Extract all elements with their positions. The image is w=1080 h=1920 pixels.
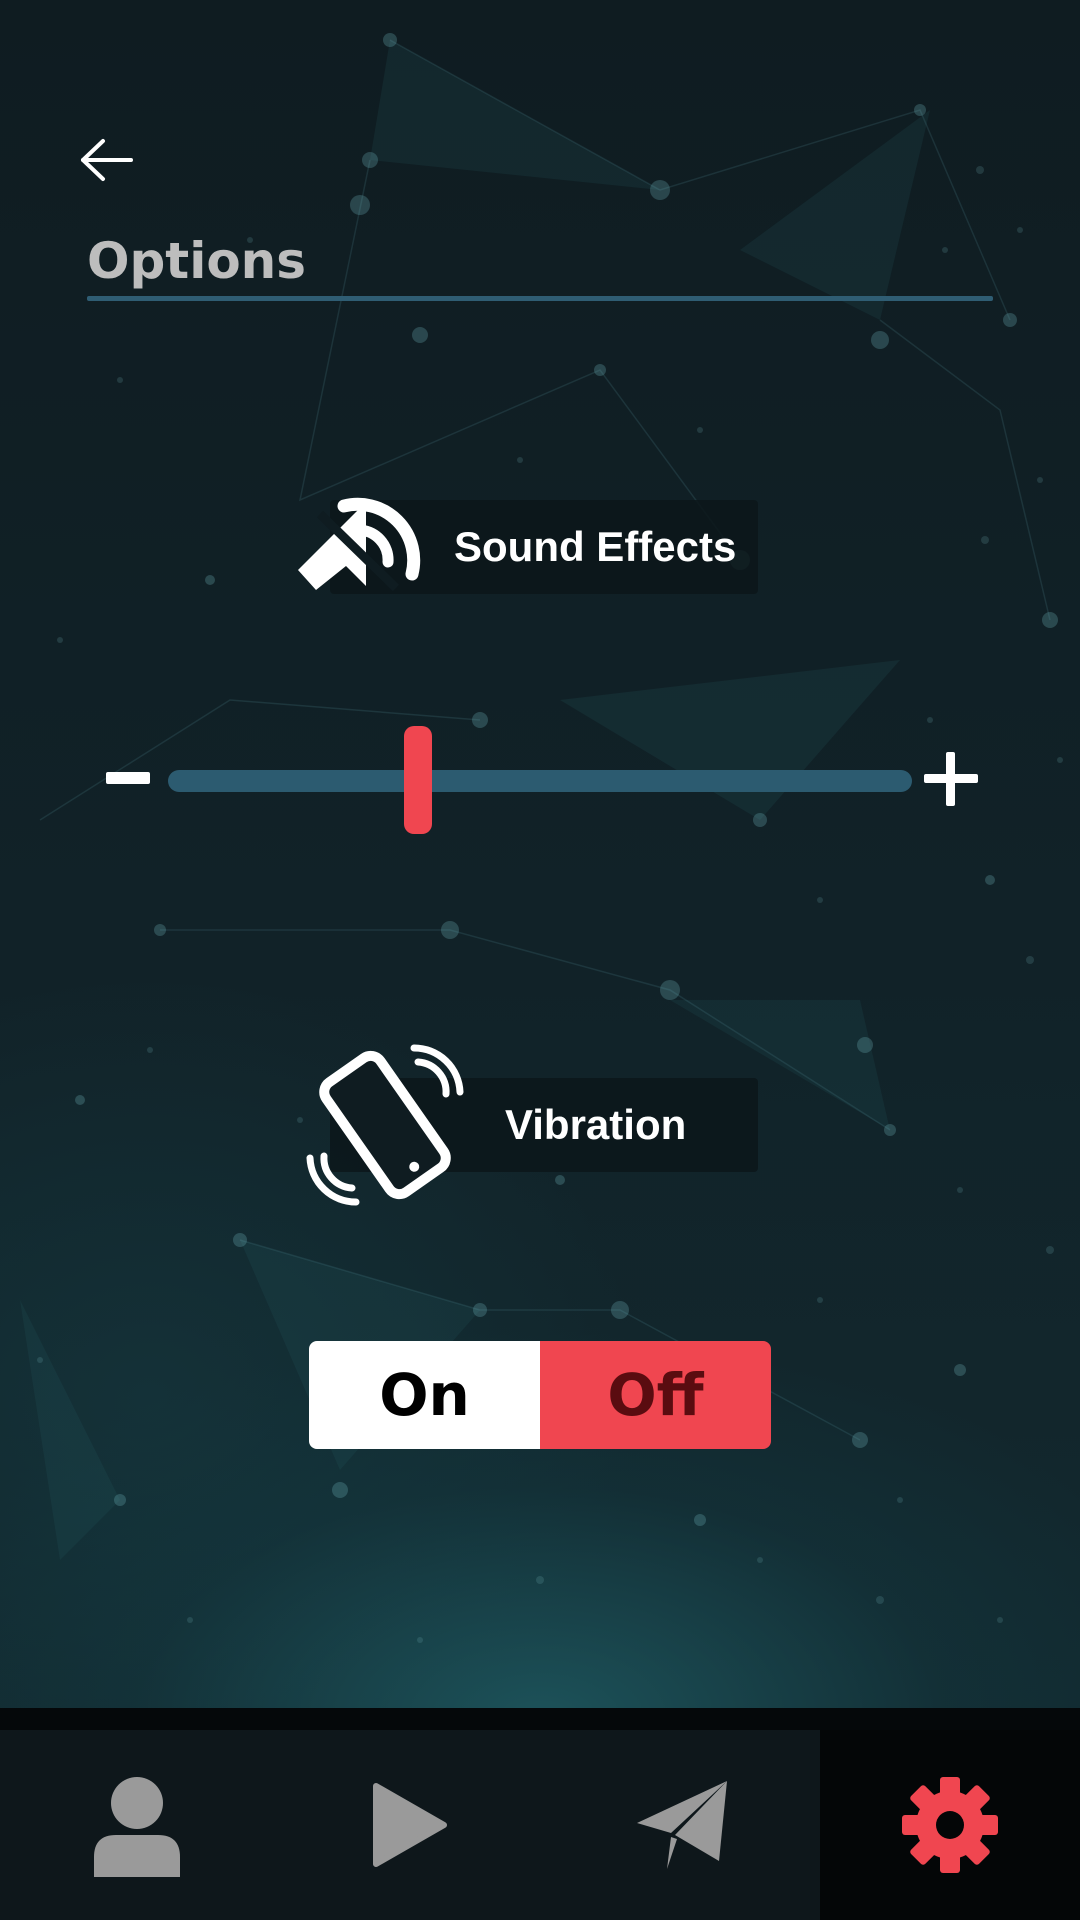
title-divider bbox=[87, 296, 993, 301]
arrow-left-icon bbox=[81, 139, 133, 181]
vibration-on-button[interactable]: On bbox=[309, 1341, 540, 1449]
volume-slider-thumb[interactable] bbox=[404, 726, 432, 834]
page-title: Options bbox=[87, 232, 307, 290]
back-button[interactable] bbox=[72, 130, 142, 190]
nav-settings[interactable] bbox=[819, 1730, 1080, 1920]
vibration-off-button[interactable]: Off bbox=[540, 1341, 771, 1449]
gear-icon bbox=[901, 1777, 998, 1873]
nav-profile[interactable] bbox=[0, 1730, 273, 1920]
nav-send[interactable] bbox=[547, 1730, 820, 1920]
volume-increase-button[interactable]: + bbox=[924, 752, 978, 806]
vibration-toggle[interactable]: On Off bbox=[309, 1341, 771, 1449]
bottom-navigation bbox=[0, 1730, 1080, 1920]
nav-divider bbox=[0, 1708, 1080, 1730]
play-icon bbox=[372, 1783, 447, 1867]
profile-icon bbox=[93, 1777, 180, 1877]
vibration-text: Vibration bbox=[505, 1101, 687, 1148]
nav-play[interactable] bbox=[273, 1730, 546, 1920]
phone-vibrate-icon bbox=[306, 1044, 464, 1206]
send-icon bbox=[637, 1781, 728, 1869]
sound-effects-text: Sound Effects bbox=[454, 523, 737, 570]
volume-decrease-button[interactable]: − bbox=[106, 772, 150, 784]
options-screen: Options Sound Effects − + Vibration On O… bbox=[0, 0, 1080, 1708]
speaker-muted-icon[interactable] bbox=[292, 470, 432, 610]
volume-slider[interactable] bbox=[168, 726, 912, 834]
